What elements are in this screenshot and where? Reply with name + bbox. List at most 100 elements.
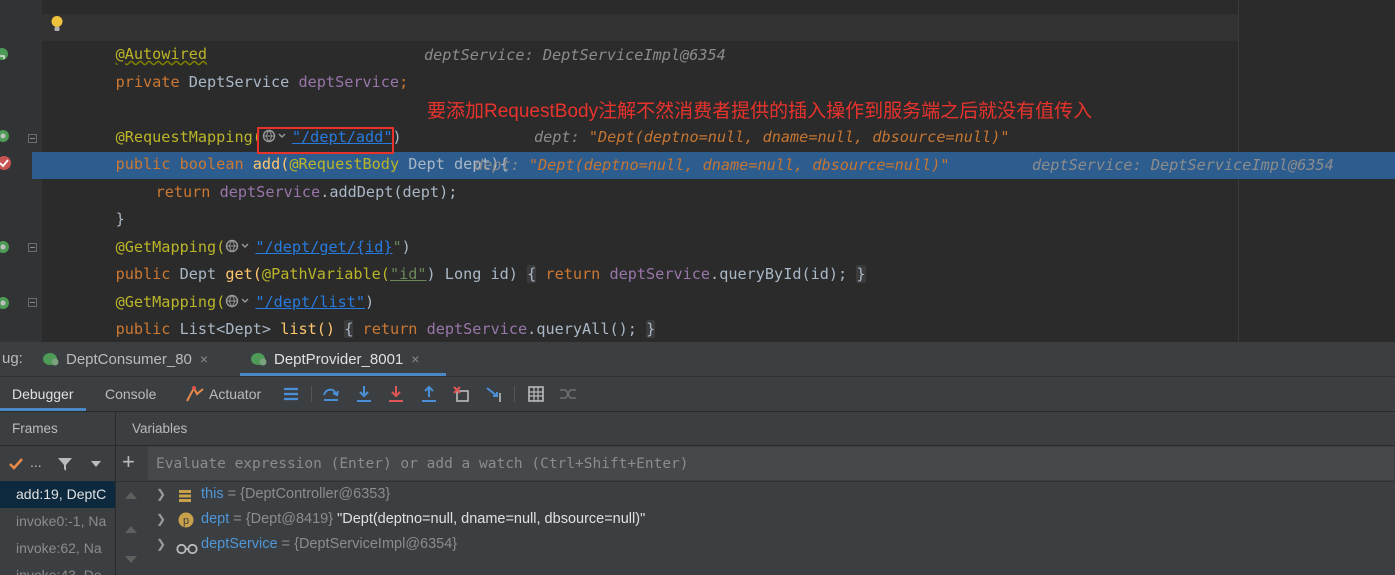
code-line[interactable]: @RequestMapping("/dept/add")	[79, 97, 402, 146]
annotation-note: 要添加RequestBody注解不然消费者提供的插入操作到服务端之后就没有值传入	[427, 101, 1093, 122]
spring-run-icon	[43, 353, 59, 366]
keyword: return	[155, 183, 211, 201]
tab-actuator[interactable]: Actuator	[185, 377, 261, 411]
parameters: ) Long id)	[426, 265, 518, 283]
list-item[interactable]: invoke0:-1, Na	[0, 508, 115, 535]
frames-toolbar: ...	[0, 446, 115, 481]
step-over-icon[interactable]	[321, 384, 341, 404]
bean-navigation-icon[interactable]	[0, 47, 10, 63]
code-editor[interactable]: @Autowired private DeptService deptServi…	[0, 0, 1395, 342]
drop-frame-icon[interactable]	[452, 384, 472, 404]
keyword: return	[545, 265, 601, 283]
tab-label: DeptConsumer_80	[66, 351, 192, 368]
filter-icon[interactable]	[57, 456, 73, 472]
variable-name: dept = {Dept@8419} "Dept(deptno=null, dn…	[201, 507, 645, 532]
spring-run-icon	[251, 353, 267, 366]
frames-list: add:19, DeptC invoke0:-1, Na invoke:62, …	[0, 481, 115, 575]
caret-line-highlight	[42, 14, 1238, 41]
menu-icon[interactable]	[281, 384, 301, 404]
active-tab-indicator	[0, 408, 86, 411]
list-item[interactable]: invoke:62, Na	[0, 535, 115, 562]
variable-value: = {DeptServiceImpl@6354}	[277, 536, 458, 552]
code-line[interactable]: public Dept get(@PathVariable("id") Long…	[79, 234, 866, 283]
svg-text:p: p	[183, 515, 189, 527]
folded-brace[interactable]: }	[856, 265, 866, 283]
keyword: public	[115, 320, 171, 338]
field-name: deptService	[609, 265, 711, 283]
inline-debug-hint-value: "Dept(deptno=null, dname=null, dbsource=…	[588, 128, 1010, 146]
add-watch-button[interactable]: +	[122, 449, 135, 475]
run-tabs-bar: ug: DeptConsumer_80 × DeptProvider_8001 ×	[0, 342, 1395, 377]
endpoint-icon[interactable]	[0, 240, 11, 254]
code-line[interactable]: public List<Dept> list() { return deptSe…	[79, 289, 656, 338]
trace-stream-icon[interactable]	[558, 384, 578, 404]
debug-label: ug:	[2, 350, 23, 367]
chevron-right-icon[interactable]: ❯	[156, 482, 166, 507]
run-to-cursor-icon[interactable]	[485, 384, 505, 404]
step-into-icon[interactable]	[354, 384, 374, 404]
code-line[interactable]: @Autowired	[79, 14, 207, 63]
panel-divider[interactable]	[115, 412, 116, 575]
close-icon[interactable]: ×	[411, 351, 419, 367]
toolbar-separator	[514, 386, 515, 402]
variable-value: = {DeptController@6353}	[223, 486, 391, 502]
tab-deptprovider[interactable]: DeptProvider_8001 ×	[250, 342, 419, 376]
code-line[interactable]: private DeptService deptService; deptServ…	[79, 42, 726, 91]
highlight-box	[257, 127, 394, 154]
code-line-current[interactable]: return deptService.addDept(dept); dept: "…	[119, 152, 1334, 201]
bulb-icon[interactable]	[50, 15, 64, 33]
code-line[interactable]: @GetMapping("/dept/get/{id}")	[79, 207, 411, 256]
tab-console[interactable]: Console	[105, 377, 156, 411]
fold-toggle-icon[interactable]	[28, 298, 37, 307]
folded-brace[interactable]: {	[527, 265, 537, 283]
endpoint-icon[interactable]	[0, 296, 11, 310]
keyword: private	[115, 73, 180, 91]
endpoint-icon[interactable]	[0, 129, 11, 143]
tab-label: DeptProvider_8001	[274, 351, 404, 368]
watch-expression-input[interactable]	[148, 447, 1394, 480]
chevron-right-icon[interactable]: ❯	[156, 507, 166, 532]
folded-brace[interactable]: }	[646, 320, 656, 338]
variable-name-text: this	[201, 486, 224, 502]
code-line[interactable]: }	[79, 179, 125, 228]
inline-debug-hint-name: dept:	[534, 128, 580, 146]
watch-glasses-icon	[176, 539, 198, 564]
variable-name-text: deptService	[201, 536, 278, 552]
toolbar-separator	[311, 386, 312, 402]
code-line[interactable]: }	[39, 316, 85, 342]
move-up-icon[interactable]	[124, 524, 138, 534]
keyword: return	[362, 320, 418, 338]
move-up-icon[interactable]	[124, 490, 138, 500]
fold-toggle-icon[interactable]	[28, 243, 37, 252]
tab-label: Actuator	[209, 386, 262, 402]
inline-debug-hint: deptService: DeptServiceImpl@6354	[424, 46, 726, 64]
move-down-icon[interactable]	[124, 555, 138, 565]
evaluate-expression-icon[interactable]	[526, 384, 546, 404]
step-out-icon[interactable]	[419, 384, 439, 404]
field-name: deptService	[219, 183, 321, 201]
list-item[interactable]: invoke:43, De	[0, 562, 115, 575]
thread-selector[interactable]: ...	[30, 454, 42, 470]
parameter-icon: p	[178, 512, 194, 537]
frames-header: Frames	[12, 421, 58, 436]
method-call: .addDept(dept);	[320, 183, 458, 201]
list-item[interactable]: add:19, DeptC	[0, 481, 115, 508]
actuator-icon	[186, 385, 204, 402]
field-name: deptService	[426, 320, 528, 338]
tab-debugger[interactable]: Debugger	[12, 377, 74, 411]
debugger-toolbar: Debugger Console Actuator	[0, 377, 1395, 412]
fold-toggle-icon[interactable]	[28, 134, 37, 143]
folded-brace[interactable]: {	[344, 320, 354, 338]
tab-deptconsumer[interactable]: DeptConsumer_80 ×	[42, 342, 208, 376]
variable-name-text: dept	[201, 511, 230, 527]
breakpoint-icon[interactable]	[0, 155, 13, 171]
method-call: .queryById(id);	[710, 265, 848, 283]
inline-debug-hint-name: dept:	[474, 156, 520, 174]
force-step-into-icon[interactable]	[386, 384, 406, 404]
close-icon[interactable]: ×	[200, 351, 208, 367]
method-name: list()	[280, 320, 336, 338]
chevron-right-icon[interactable]: ❯	[156, 532, 166, 557]
chevron-down-icon[interactable]	[90, 460, 102, 468]
check-thread-icon[interactable]	[8, 457, 24, 471]
code-line[interactable]: @GetMapping("/dept/list")	[79, 262, 375, 311]
